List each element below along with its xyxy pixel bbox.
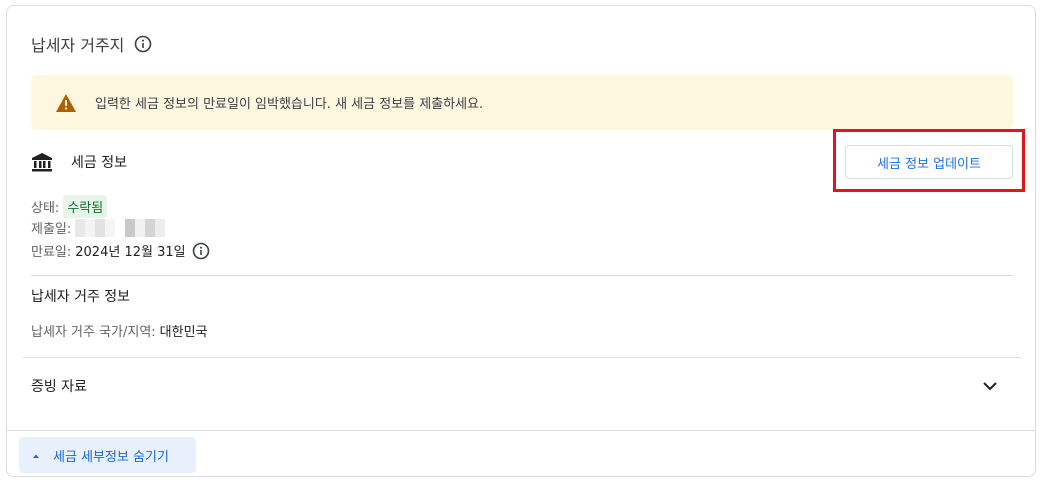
divider <box>23 357 1021 358</box>
tax-residence-card: 납세자 거주지 입력한 세금 정보의 만료일이 임박했습니다. 새 세금 정보를… <box>6 5 1036 477</box>
tax-info-heading: 세금 정보 <box>31 151 127 173</box>
warning-text: 입력한 세금 정보의 만료일이 임박했습니다. 새 세금 정보를 제출하세요. <box>95 97 484 112</box>
tax-info-label: 세금 정보 <box>71 155 127 171</box>
divider <box>31 275 1013 276</box>
submitted-label: 제출일: <box>31 222 72 237</box>
expiry-label: 만료일: <box>31 245 72 260</box>
hide-tax-details-button[interactable]: 세금 세부정보 숨기기 <box>19 437 196 473</box>
card-header: 납세자 거주지 <box>31 32 152 56</box>
status-label: 상태: <box>31 201 60 216</box>
status-row: 상태: 수락됨 <box>31 195 108 218</box>
evidence-title[interactable]: 증빙 자료 <box>31 376 87 396</box>
caret-up-icon <box>31 450 41 460</box>
submitted-row: 제출일: <box>31 218 166 237</box>
country-label: 납세자 거주 국가/지역: <box>31 325 156 340</box>
residence-country-row: 납세자 거주 국가/지역: 대한민국 <box>31 321 208 340</box>
expiry-info-icon[interactable] <box>192 242 210 260</box>
expiry-value: 2024년 12월 31일 <box>75 245 186 260</box>
divider <box>7 430 1035 431</box>
status-badge: 수락됨 <box>63 195 108 218</box>
info-icon[interactable] <box>134 35 152 53</box>
redacted-date <box>75 218 166 237</box>
update-tax-info-button[interactable]: 세금 정보 업데이트 <box>845 145 1013 179</box>
hide-tax-details-label: 세금 세부정보 숨기기 <box>53 449 169 465</box>
warning-icon <box>55 93 77 113</box>
chevron-down-icon[interactable] <box>980 376 1000 396</box>
expiry-row: 만료일: 2024년 12월 31일 <box>31 241 210 260</box>
bank-icon <box>31 151 53 173</box>
page-title: 납세자 거주지 <box>31 36 125 55</box>
country-value: 대한민국 <box>159 325 208 340</box>
expiry-warning-banner: 입력한 세금 정보의 만료일이 임박했습니다. 새 세금 정보를 제출하세요. <box>31 75 1013 130</box>
residence-title: 납세자 거주 정보 <box>31 289 131 305</box>
